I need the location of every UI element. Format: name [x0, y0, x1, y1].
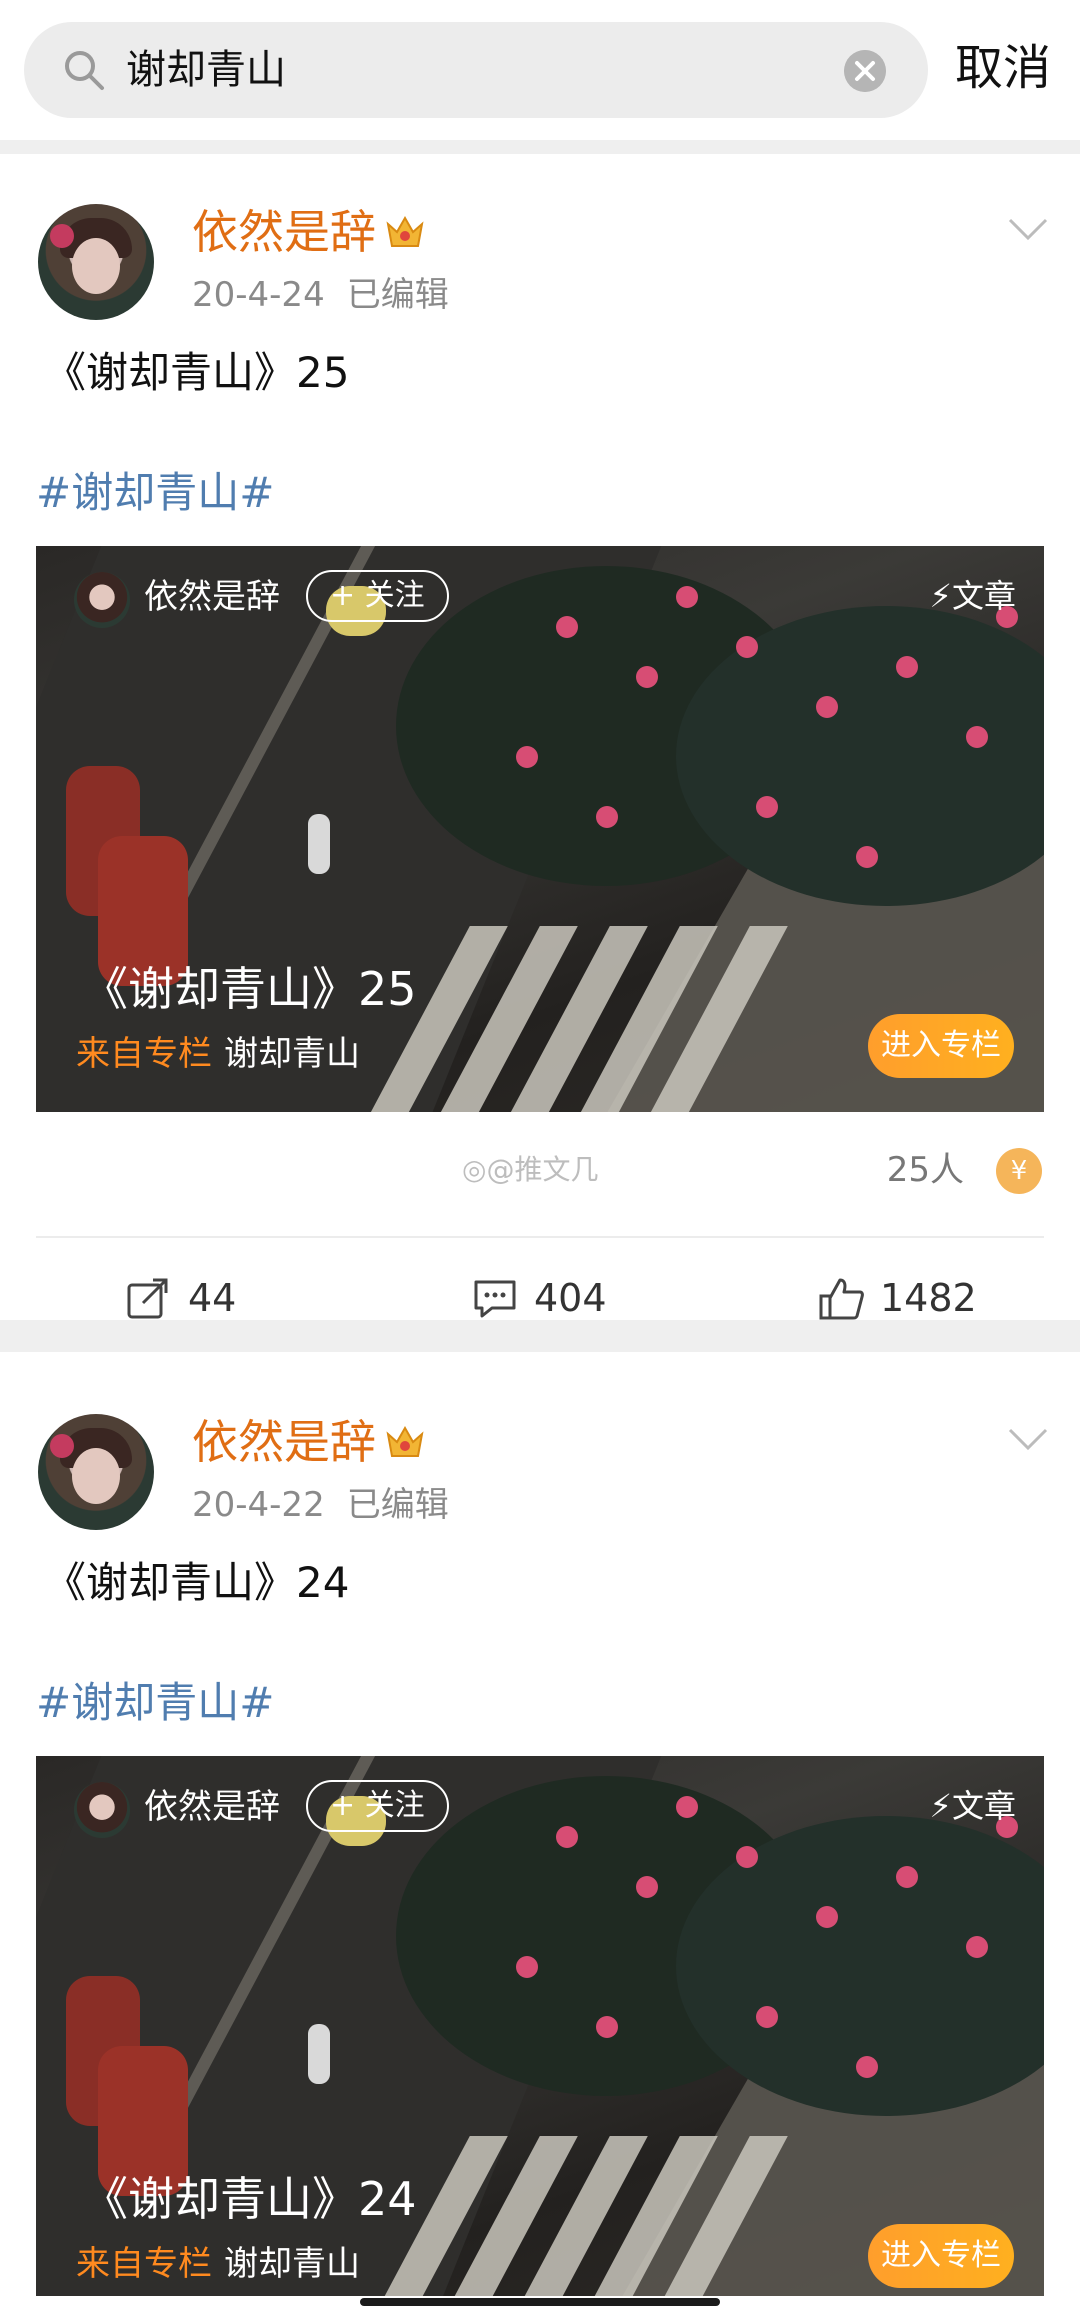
article-card[interactable]: 依然是辞 + 关注 ⚡文章 《谢却青山》25 来自专栏 谢却青山 进入专栏 — [36, 546, 1044, 1112]
watermark-text: @推文几 — [486, 1153, 599, 1186]
reward-icon[interactable]: ¥ — [996, 1148, 1042, 1194]
section-divider — [0, 1320, 1080, 1352]
edited-label: 已编辑 — [346, 275, 449, 315]
article-card[interactable]: 依然是辞 + 关注 ⚡文章 《谢却青山》24 来自专栏 谢却青山 进入专栏 — [36, 1756, 1044, 2296]
chevron-down-icon[interactable] — [1006, 214, 1050, 244]
vip-crown-icon — [386, 1425, 424, 1457]
avatar[interactable] — [38, 1414, 154, 1530]
post-text: 《谢却青山》25 — [44, 348, 350, 397]
card-title: 《谢却青山》25 — [82, 962, 417, 1016]
repost-icon — [127, 1278, 168, 1319]
search-bar: 谢却青山 取消 — [0, 0, 1080, 140]
post-date: 20-4-22 — [192, 1485, 325, 1525]
card-header: 依然是辞 + 关注 ⚡文章 — [36, 1756, 1044, 1856]
card-source: 来自专栏 谢却青山 — [76, 2240, 360, 2288]
username[interactable]: 依然是辞 — [192, 202, 376, 262]
card-avatar[interactable] — [74, 1782, 130, 1838]
article-type-text: 文章 — [951, 577, 1016, 615]
card-author[interactable]: 依然是辞 — [144, 570, 280, 624]
comment-count: 404 — [534, 1276, 607, 1320]
vip-crown-icon — [386, 215, 424, 247]
search-icon — [65, 51, 104, 90]
chevron-down-icon[interactable] — [1006, 1424, 1050, 1454]
follow-button[interactable]: + 关注 — [306, 1780, 449, 1832]
source-label: 来自专栏 — [76, 2244, 212, 2284]
hashtag-link[interactable]: #谢却青山# — [36, 1674, 274, 1732]
thumbs-up-icon — [819, 1278, 864, 1320]
source-name: 谢却青山 — [224, 1034, 360, 1074]
article-type-label: ⚡文章 — [930, 572, 1016, 620]
post-meta: 20-4-24 已编辑 — [192, 272, 449, 318]
source-label: 来自专栏 — [76, 1034, 212, 1074]
post-card[interactable]: 依然是辞 20-4-24 已编辑 《谢却青山》25 #谢却青山# 依然是辞 + … — [0, 154, 1080, 1320]
search-input[interactable]: 谢却青山 — [24, 22, 928, 118]
home-indicator[interactable] — [360, 2298, 720, 2306]
source-name: 谢却青山 — [224, 2244, 360, 2284]
lightning-icon: ⚡ — [929, 577, 952, 615]
hashtag-link[interactable]: #谢却青山# — [36, 464, 274, 522]
lightning-icon: ⚡ — [929, 1787, 952, 1825]
clear-icon[interactable] — [844, 50, 886, 92]
reward-count[interactable]: 25人 — [887, 1146, 964, 1194]
weibo-icon: ◎ — [462, 1153, 487, 1186]
cancel-button[interactable]: 取消 — [955, 36, 1051, 100]
enter-column-button[interactable]: 进入专栏 — [868, 1014, 1014, 1078]
article-type-text: 文章 — [951, 1787, 1016, 1825]
post-card[interactable]: 依然是辞 20-4-22 已编辑 《谢却青山》24 #谢却青山# 依然是辞 + … — [0, 1364, 1080, 2320]
card-source: 来自专栏 谢却青山 — [76, 1030, 360, 1078]
card-title: 《谢却青山》24 — [82, 2172, 417, 2226]
post-meta: 20-4-22 已编辑 — [192, 1482, 449, 1528]
watermark: ◎@推文几 — [462, 1150, 598, 1190]
comment-icon — [474, 1280, 516, 1318]
edited-label: 已编辑 — [346, 1485, 449, 1525]
enter-column-button[interactable]: 进入专栏 — [868, 2224, 1014, 2288]
avatar[interactable] — [38, 204, 154, 320]
article-type-label: ⚡文章 — [930, 1782, 1016, 1830]
post-date: 20-4-24 — [192, 275, 325, 315]
follow-button[interactable]: + 关注 — [306, 570, 449, 622]
section-divider — [0, 140, 1080, 154]
username[interactable]: 依然是辞 — [192, 1412, 376, 1472]
card-avatar[interactable] — [74, 572, 130, 628]
search-query[interactable]: 谢却青山 — [126, 42, 286, 98]
post-text: 《谢却青山》24 — [44, 1558, 350, 1607]
card-header: 依然是辞 + 关注 ⚡文章 — [36, 546, 1044, 646]
repost-count: 44 — [188, 1276, 237, 1320]
like-count: 1482 — [880, 1276, 977, 1320]
action-divider — [36, 1236, 1044, 1238]
card-author[interactable]: 依然是辞 — [144, 1780, 280, 1834]
